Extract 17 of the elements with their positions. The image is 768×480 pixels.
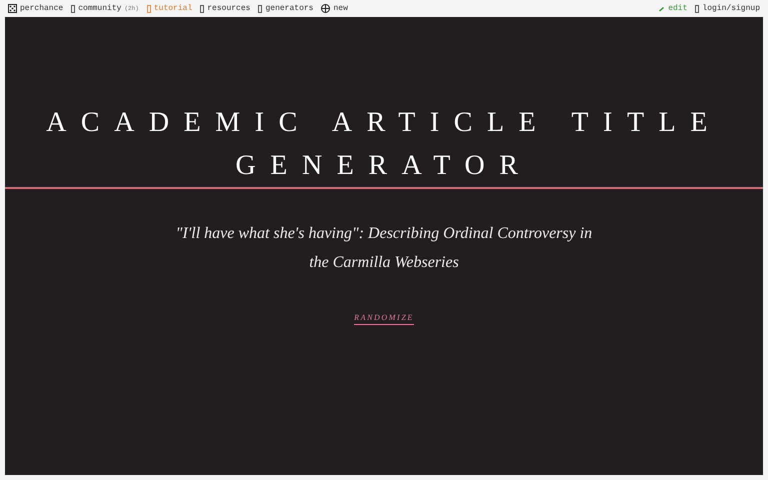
nav-link[interactable]: login/signup (702, 4, 760, 13)
nav-link[interactable]: new (333, 4, 348, 13)
globe-icon (321, 4, 330, 13)
nav-link[interactable]: resources (207, 4, 250, 13)
box-icon (258, 4, 262, 12)
nav-link[interactable]: perchance (20, 4, 64, 13)
randomize-button[interactable]: RANDOMIZE (354, 313, 414, 325)
nav-link[interactable]: community (78, 4, 122, 13)
page-title: ACADEMIC ARTICLE TITLE GENERATOR (5, 17, 763, 189)
box-icon (200, 4, 204, 12)
box-icon (695, 4, 700, 12)
nav-link[interactable]: generators (265, 4, 314, 13)
generated-title: "I'll have what she's having": Describing Ordinal Controversy in the Carmilla Webseries (174, 224, 594, 273)
die-icon (8, 4, 17, 13)
box-icon (146, 4, 151, 12)
pencil-icon (659, 6, 666, 12)
box-icon (71, 4, 76, 12)
